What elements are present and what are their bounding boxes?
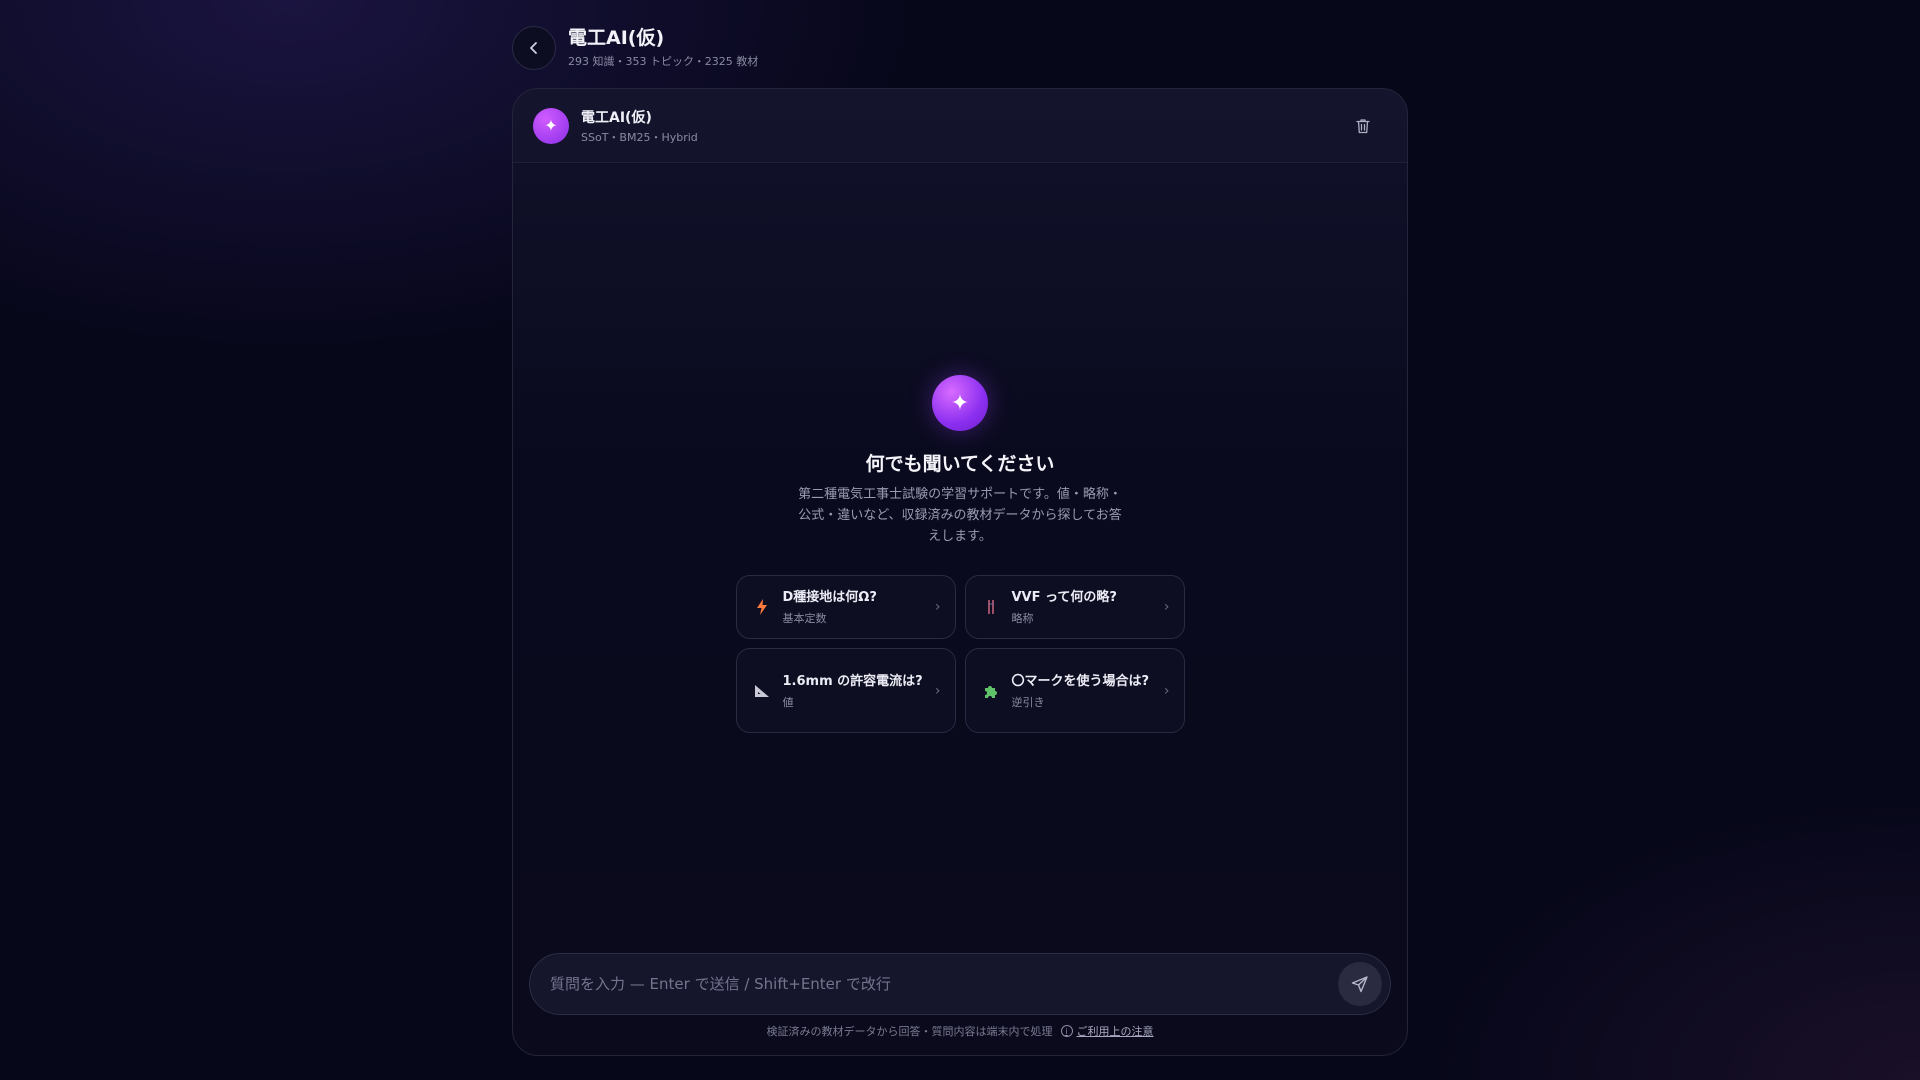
suggestion-grid: D種接地は何Ω? 基本定数 › VVF って何の略? 略称 › 1.6mm の許… — [735, 575, 1185, 733]
usage-notice-label: ご利用上の注意 — [1076, 1025, 1154, 1038]
page-header: 電工AI(仮) 293 知識・353 トピック・2325 教材 — [512, 26, 758, 70]
page-stats: 293 知識・353 トピック・2325 教材 — [568, 55, 759, 68]
clear-chat-button[interactable] — [1347, 110, 1379, 142]
triangle-ruler-icon — [753, 684, 771, 698]
info-icon: i — [1060, 1025, 1073, 1037]
chevron-left-icon — [530, 42, 537, 54]
usage-notice-link[interactable]: i ご利用上の注意 — [1060, 1023, 1154, 1039]
wire-icon — [982, 599, 1000, 615]
empty-state-title: 何でも聞いてください — [865, 453, 1055, 475]
chevron-right-icon: › — [934, 599, 941, 615]
suggestion-category: 略称 — [1011, 612, 1034, 625]
suggestion-title: VVF って何の略? — [1011, 590, 1117, 605]
empty-state: ✦ 何でも聞いてください 第二種電気工事士試験の学習サポートです。値・略称・公式… — [513, 375, 1407, 733]
chevron-right-icon: › — [1163, 682, 1170, 699]
suggestion-chip[interactable]: 〇マークを使う場合は? 逆引き › — [964, 648, 1185, 733]
trash-icon — [1356, 118, 1370, 133]
chat-panel: ✦ 電工AI(仮) SSoT・BM25・Hybrid ✦ 何でも聞いてください … — [512, 88, 1408, 1056]
send-button[interactable] — [1338, 962, 1382, 1006]
suggestion-category: 逆引き — [1011, 695, 1045, 709]
page-title: 電工AI(仮) — [568, 27, 665, 49]
empty-state-description: 第二種電気工事士試験の学習サポートです。値・略称・公式・違いなど、収録済みの教材… — [798, 487, 1122, 544]
send-icon — [1351, 976, 1368, 993]
sparkle-icon: ✦ — [544, 116, 558, 135]
bot-name: 電工AI(仮) — [581, 109, 652, 126]
chat-header: ✦ 電工AI(仮) SSoT・BM25・Hybrid — [513, 89, 1407, 163]
suggestion-category: 基本定数 — [782, 612, 827, 625]
chevron-right-icon: › — [1163, 599, 1170, 615]
chevron-right-icon: › — [934, 682, 941, 699]
back-button[interactable] — [512, 26, 556, 70]
footer-note: 検証済みの教材データから回答・質問内容は端末内で処理 i ご利用上の注意 — [513, 1023, 1407, 1039]
footer-text: 検証済みの教材データから回答・質問内容は端末内で処理 — [766, 1025, 1053, 1038]
suggestion-title: 〇マークを使う場合は? — [1011, 673, 1150, 689]
lightning-icon — [753, 599, 771, 615]
suggestion-title: 1.6mm の許容電流は? — [782, 673, 923, 689]
bot-meta: SSoT・BM25・Hybrid — [581, 130, 698, 144]
suggestion-chip[interactable]: D種接地は何Ω? 基本定数 › — [735, 575, 956, 639]
message-input[interactable] — [550, 975, 1338, 993]
suggestion-category: 値 — [782, 695, 794, 709]
sparkle-icon: ✦ — [950, 390, 970, 416]
hero-avatar: ✦ — [932, 375, 988, 431]
suggestion-title: D種接地は何Ω? — [782, 590, 877, 605]
puzzle-icon — [982, 683, 1000, 699]
suggestion-chip[interactable]: VVF って何の略? 略称 › — [964, 575, 1185, 639]
bot-avatar: ✦ — [533, 107, 569, 144]
message-composer — [529, 953, 1391, 1015]
suggestion-chip[interactable]: 1.6mm の許容電流は? 値 › — [735, 648, 956, 733]
